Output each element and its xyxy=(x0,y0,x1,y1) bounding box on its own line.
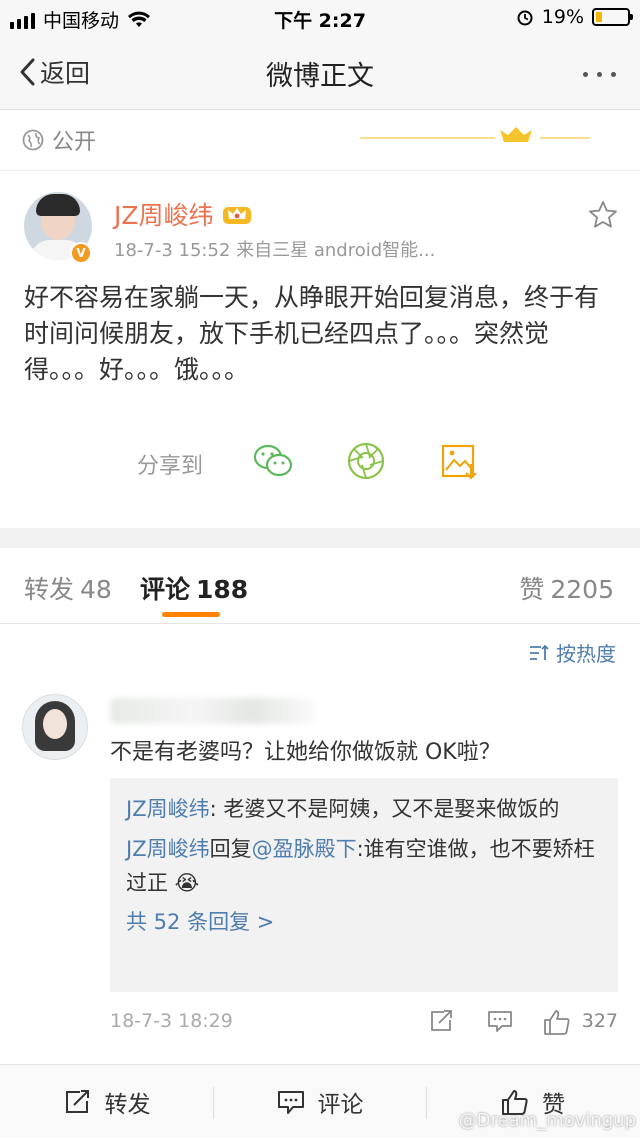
page-title: 微博正文 xyxy=(266,61,374,92)
comment-reply-icon[interactable] xyxy=(486,1008,514,1034)
tab-like[interactable]: 赞 2205 xyxy=(519,570,614,606)
sort-row: 按热度 xyxy=(0,624,640,678)
reply-mention[interactable]: @盈脉殿下 xyxy=(252,837,357,861)
verified-badge-icon: V xyxy=(70,242,92,264)
visibility-row: 公开 xyxy=(0,110,640,170)
globe-icon xyxy=(22,129,44,151)
watermark: @Dream_movingup xyxy=(458,1110,636,1131)
commenter-avatar[interactable] xyxy=(22,694,88,760)
tab-like-count: 2205 xyxy=(550,575,614,604)
tab-comment-label: 评论 xyxy=(140,575,191,604)
battery-percent: 19% xyxy=(541,6,584,28)
more-replies-link[interactable]: 共 52 条回复 > xyxy=(126,906,602,936)
tab-comment[interactable]: 评论 188 xyxy=(140,570,248,606)
tab-like-label: 赞 xyxy=(519,575,545,604)
comment-footer: 18-7-3 18:29 327 xyxy=(110,1008,620,1038)
share-row: 分享到 xyxy=(0,438,640,488)
status-bar: 中国移动 下午 2:27 19% xyxy=(0,0,640,36)
moments-icon[interactable] xyxy=(345,440,387,482)
reply-item: JZ周峻纬: 老婆又不是阿姨，又不是娶来做饭的 xyxy=(126,792,602,826)
comment-repost-icon[interactable] xyxy=(428,1008,456,1034)
nav-bar: 返回 微博正文 xyxy=(0,36,640,110)
replies-box[interactable]: JZ周峻纬: 老婆又不是阿姨，又不是娶来做饭的 JZ周峻纬回复@盈脉殿下:谁有空… xyxy=(110,778,618,992)
reply-verb: 回复 xyxy=(209,837,252,861)
repost-icon xyxy=(65,1090,89,1113)
comment-button[interactable]: 评论 xyxy=(213,1065,426,1138)
divider xyxy=(0,170,640,180)
comment-like-count: 327 xyxy=(581,1010,618,1032)
vip-crown-icon xyxy=(222,207,251,224)
share-label: 分享到 xyxy=(137,454,204,479)
commenter-name-blurred[interactable] xyxy=(110,698,315,724)
author-name[interactable]: JZ周峻纬 xyxy=(114,196,252,232)
tab-repost-count: 48 xyxy=(80,575,112,604)
status-right: 19% xyxy=(516,6,633,28)
comment-label: 评论 xyxy=(317,1092,364,1118)
sort-icon xyxy=(530,644,549,660)
alarm-icon xyxy=(517,10,533,26)
sort-button[interactable]: 按热度 xyxy=(528,638,616,667)
visibility-label: 公开 xyxy=(52,130,97,155)
sort-label: 按热度 xyxy=(556,642,616,666)
reply-text: : 老婆又不是阿姨，又不是娶来做饭的 xyxy=(209,797,560,821)
more-button[interactable] xyxy=(583,72,616,77)
battery-icon xyxy=(592,8,633,26)
comment-text: 不是有老婆吗？让她给你做饭就 OK啦？ xyxy=(110,740,501,765)
active-tab-indicator xyxy=(162,612,220,617)
post-tabs: 转发 48 评论 188 赞 2205 xyxy=(0,548,640,624)
comment-time: 18-7-3 18:29 xyxy=(110,1010,233,1032)
wechat-icon[interactable] xyxy=(252,440,294,482)
comment-item: 不是有老婆吗？让她给你做饭就 OK啦？ JZ周峻纬: 老婆又不是阿姨，又不是娶来… xyxy=(0,678,640,1058)
post-meta: 18-7-3 15:52 来自三星 android智能... xyxy=(114,240,436,261)
favorite-star-icon[interactable] xyxy=(588,200,618,230)
repost-label: 转发 xyxy=(104,1092,151,1118)
save-image-icon[interactable] xyxy=(438,440,480,482)
tab-repost-label: 转发 xyxy=(24,575,75,604)
visibility-indicator: 公开 xyxy=(22,124,96,156)
tab-repost[interactable]: 转发 48 xyxy=(24,570,112,606)
reply-item: JZ周峻纬回复@盈脉殿下:谁有空谁做，也不要矫枉过正 😭 xyxy=(126,832,602,900)
post-text: 好不容易在家躺一天，从睁眼开始回复消息，终于有时间问候朋友，放下手机已经四点了。… xyxy=(24,283,600,384)
comment-icon xyxy=(277,1091,304,1114)
repost-button[interactable]: 转发 xyxy=(0,1065,213,1138)
reply-author[interactable]: JZ周峻纬 xyxy=(126,837,210,861)
tab-comment-count: 188 xyxy=(196,575,249,604)
comment-like-icon[interactable] xyxy=(542,1008,572,1036)
author-name-label: JZ周峻纬 xyxy=(114,201,214,230)
reply-author[interactable]: JZ周峻纬 xyxy=(126,797,210,821)
crown-decoration-icon xyxy=(360,127,590,142)
post-card: V JZ周峻纬 18-7-3 15:52 来自三星 android智能... 好… xyxy=(0,180,640,528)
section-divider xyxy=(0,528,640,548)
